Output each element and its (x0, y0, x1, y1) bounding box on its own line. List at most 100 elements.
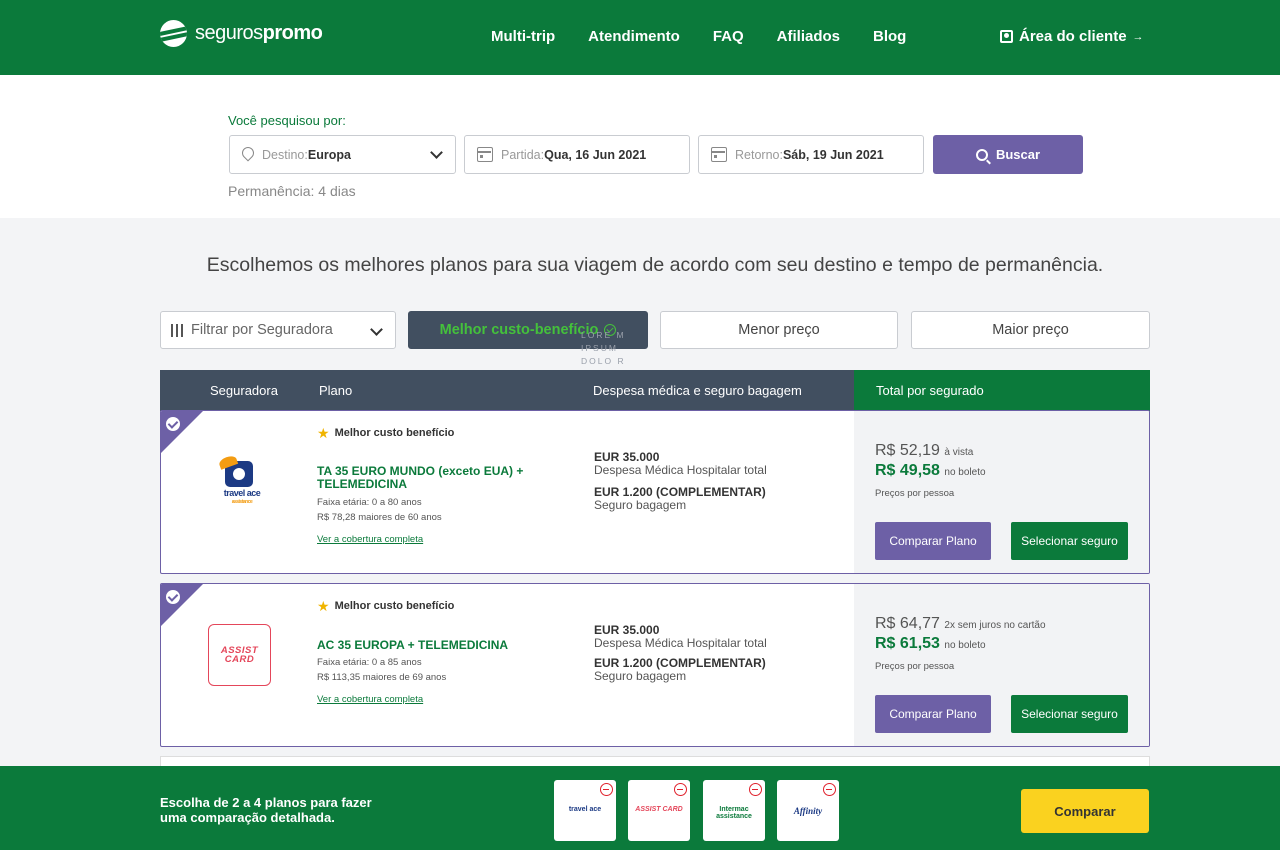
medical-label: Despesa Médica Hospitalar total (594, 636, 767, 650)
sliders-icon (171, 323, 183, 337)
full-coverage-link[interactable]: Ver a cobertura completa (317, 534, 423, 545)
remove-icon[interactable] (823, 783, 836, 796)
destination-value: Europa (307, 147, 351, 162)
seguros-promo-logo[interactable]: segurospromo (160, 20, 323, 47)
select-insurance-button[interactable]: Selecionar seguro (1011, 522, 1128, 560)
client-area-link[interactable]: Área do cliente → (1000, 28, 1144, 45)
results-table-header: Seguradora Plano Despesa médica e seguro… (160, 370, 1150, 411)
nav-multi-trip[interactable]: Multi-trip (491, 28, 555, 45)
price-per-person: Preços por pessoa (875, 661, 955, 672)
plan-senior-price: R$ 78,28 maiores de 60 anos (317, 512, 442, 523)
nav-faq[interactable]: FAQ (713, 28, 744, 45)
col-insurer: Seguradora (210, 383, 278, 398)
sort-best-label: Melhor custo-benefício (439, 322, 599, 338)
assist-card-logo: ASSIST CARD (208, 624, 271, 686)
select-insurance-button[interactable]: Selecionar seguro (1011, 695, 1128, 733)
remove-icon[interactable] (674, 783, 687, 796)
selected-check-icon[interactable] (166, 417, 180, 431)
price-main: R$ 52,19 (875, 442, 940, 459)
full-coverage-link[interactable]: Ver a cobertura completa (317, 694, 423, 705)
search-icon (975, 148, 988, 161)
col-total: Total por segurado (876, 383, 984, 398)
return-label: Retorno: (735, 147, 783, 162)
calendar-icon (711, 147, 727, 162)
star-icon: ★ (317, 425, 330, 441)
price-per-person: Preços por pessoa (875, 488, 955, 499)
search-panel: Você pesquisou por: Destino: Europa Parti… (0, 75, 1280, 218)
badge-label: Melhor custo benefício (334, 427, 455, 439)
travel-ace-logo-text: travel ace (223, 488, 261, 498)
main-nav: Multi-trip Atendimento FAQ Afiliados Blo… (491, 28, 939, 45)
compare-bar: Escolha de 2 a 4 planos para fazer uma c… (0, 766, 1280, 850)
insurer-filter-select[interactable]: Filtrar por Seguradora (160, 311, 396, 349)
plan-senior-price: R$ 113,35 maiores de 69 anos (317, 672, 447, 683)
price-main-note: 2x sem juros no cartão (944, 620, 1046, 631)
compare-plan-button[interactable]: Comparar Plano (875, 522, 991, 560)
col-plan: Plano (319, 383, 353, 398)
compare-slot-assist-card: ASSIST CARD (628, 780, 690, 841)
nav-afiliados[interactable]: Afiliados (777, 28, 840, 45)
remove-icon[interactable] (749, 783, 762, 796)
price-card: R$ 64,77 2x sem juros no cartão (875, 615, 1046, 633)
selected-check-icon[interactable] (166, 590, 180, 604)
search-button[interactable]: Buscar (933, 135, 1083, 174)
price-boleto: R$ 61,53 no boleto (875, 635, 986, 653)
price-cash: R$ 52,19 à vista (875, 442, 973, 460)
arrow-right-icon: → (1132, 30, 1144, 43)
searched-label: Você pesquisou por: (228, 113, 346, 128)
user-icon (1000, 30, 1013, 43)
plan-card: ASSIST CARD ★ Melhor custo benefício AC … (160, 583, 1150, 747)
plan-age-range: Faixa etária: 0 a 80 anos (317, 497, 422, 508)
price-boleto-value: R$ 61,53 (875, 635, 940, 652)
compare-slot-logo-text: Intermac assistance (716, 806, 752, 820)
plan-age-range: Faixa etária: 0 a 85 anos (317, 657, 422, 668)
plan-name: TA 35 EURO MUNDO (exceto EUA) + TELEMEDI… (317, 464, 524, 491)
medical-coverage: EUR 35.000 Despesa Médica Hospitalar tot… (594, 624, 767, 650)
compare-slot-logo-text: Affinity (793, 806, 823, 816)
medical-coverage: EUR 35.000 Despesa Médica Hospitalar tot… (594, 451, 767, 477)
assist-card-logo-text: ASSIST CARD (220, 645, 259, 665)
plan-card: travel ace assistance ★ Melhor custo bene… (160, 410, 1150, 574)
remove-icon[interactable] (600, 783, 613, 796)
badge-label: Melhor custo benefício (334, 600, 455, 612)
logo-text-promo: promo (262, 22, 323, 44)
baggage-label: Seguro bagagem (594, 498, 687, 512)
destination-select[interactable]: Destino: Europa (229, 135, 456, 174)
price-boleto-note: no boleto (944, 640, 986, 651)
insurer-filter-label: Filtrar por Seguradora (191, 322, 333, 338)
compare-button[interactable]: Comparar (1021, 789, 1149, 833)
price-main: R$ 64,77 (875, 615, 940, 632)
medical-label: Despesa Médica Hospitalar total (594, 463, 767, 477)
stay-duration: Permanência: 4 dias (228, 183, 356, 199)
departure-label: Partida: (501, 147, 545, 162)
client-area-label: Área do cliente (1019, 28, 1127, 45)
travel-ace-logo: travel ace assistance (217, 461, 263, 507)
compare-slot-travel-ace: travel ace (554, 780, 616, 841)
departure-date-field[interactable]: Partida: Qua, 16 Jun 2021 (464, 135, 690, 174)
price-boleto-value: R$ 49,58 (875, 462, 940, 479)
map-pin-icon (242, 147, 254, 163)
price-boleto-note: no boleto (944, 467, 986, 478)
search-button-label: Buscar (995, 147, 1041, 162)
return-value: Sáb, 19 Jun 2021 (782, 147, 884, 162)
sort-highest-price-button[interactable]: Maior preço (911, 311, 1150, 349)
col-coverage: Despesa médica e seguro bagagem (593, 383, 802, 398)
results-headline: Escolhemos os melhores planos para sua v… (206, 254, 1104, 276)
top-navigation-bar: segurospromo Multi-trip Atendimento FAQ … (0, 0, 1280, 75)
nav-atendimento[interactable]: Atendimento (588, 28, 680, 45)
nav-blog[interactable]: Blog (873, 28, 906, 45)
plan-name: AC 35 EUROPA + TELEMEDICINA (317, 638, 509, 652)
logo-text-seguros: seguros (195, 22, 263, 44)
travel-ace-logo-sub: assistance (231, 499, 253, 505)
compare-plan-button[interactable]: Comparar Plano (875, 695, 991, 733)
best-value-badge: ★ Melhor custo benefício (317, 599, 454, 613)
compare-instructions: Escolha de 2 a 4 planos para fazer uma c… (160, 795, 372, 825)
baggage-coverage: EUR 1.200 (COMPLEMENTAR) Seguro bagagem (594, 657, 766, 683)
compare-slot-affinity: Affinity (777, 780, 839, 841)
sort-lowest-price-button[interactable]: Menor preço (660, 311, 898, 349)
return-date-field[interactable]: Retorno: Sáb, 19 Jun 2021 (698, 135, 924, 174)
best-value-badge: ★ Melhor custo benefício (317, 426, 454, 440)
destination-label: Destino: (262, 147, 308, 162)
chevron-down-icon (430, 146, 443, 159)
chevron-down-icon (370, 323, 383, 336)
